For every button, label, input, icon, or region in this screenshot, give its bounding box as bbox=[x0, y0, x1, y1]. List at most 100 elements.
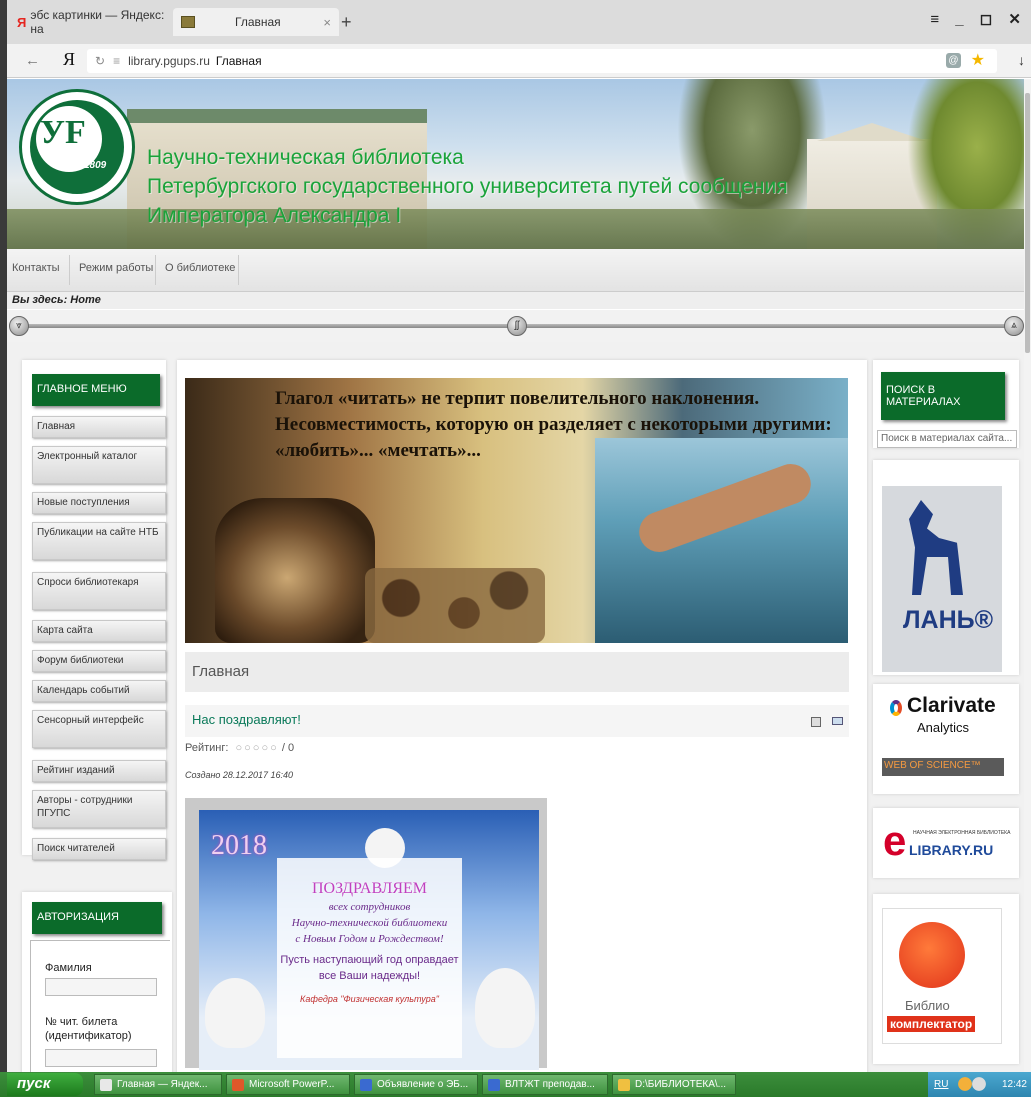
yandex-icon: Я bbox=[17, 14, 27, 30]
university-logo[interactable]: УF 1809 bbox=[19, 89, 135, 205]
address-bar: ← Я ↻ ≡ library.pgups.ru Главная @ ★ ↓ bbox=[7, 44, 1031, 78]
start-button[interactable]: пуск bbox=[7, 1073, 83, 1096]
site-title-line1: Научно-техническая библиотека bbox=[147, 146, 464, 169]
scrollbar-thumb[interactable] bbox=[1025, 93, 1030, 353]
word-icon bbox=[488, 1079, 500, 1091]
browser-window: Я эбс картинки — Яндекс: на Главная × + … bbox=[7, 0, 1031, 1072]
language-indicator[interactable]: RU bbox=[934, 1079, 948, 1090]
url-page-title: Главная bbox=[215, 54, 262, 68]
collapse-right-icon[interactable]: ⩓ bbox=[1004, 316, 1024, 336]
article-title-link[interactable]: Нас поздравляют! bbox=[192, 712, 301, 727]
page-title: Главная bbox=[185, 652, 849, 692]
top-nav: Контакты Режим работы О библиотеке bbox=[7, 249, 1024, 292]
menu-item-calendar[interactable]: Календарь событий bbox=[32, 680, 166, 702]
logo-year: 1809 bbox=[84, 160, 107, 171]
rating-stars[interactable]: ○○○○○ bbox=[236, 742, 279, 754]
new-tab-button[interactable]: + bbox=[341, 12, 352, 33]
module-slider: ⩔ ʃʃ ⩓ bbox=[7, 310, 1024, 342]
coffee-beans-image bbox=[365, 568, 545, 643]
surname-label: Фамилия bbox=[45, 962, 92, 974]
clock: 12:42 bbox=[1001, 1079, 1027, 1090]
menu-item-reader-search[interactable]: Поиск читателей bbox=[32, 838, 166, 860]
taskbar-item-label: ВЛТЖТ преподав... bbox=[505, 1079, 595, 1090]
menu-item-ask-librarian[interactable]: Спроси библиотекаря bbox=[32, 572, 166, 610]
article-header: Нас поздравляют! bbox=[185, 705, 849, 737]
rating-value: 0 bbox=[287, 742, 295, 754]
menu-item-sitemap[interactable]: Карта сайта bbox=[32, 620, 166, 642]
tab-main-page[interactable]: Главная × bbox=[173, 8, 339, 36]
clarivate-banner[interactable]: Clarivate Analytics WEB OF SCIENCE™ bbox=[873, 684, 1019, 794]
breadcrumb: Вы здесь: Home bbox=[7, 292, 1024, 309]
word-icon bbox=[360, 1079, 372, 1091]
greeting-card-image: 2018 ПОЗДРАВЛЯЕМ всех сотрудников Научно… bbox=[185, 798, 547, 1070]
card-number-field[interactable] bbox=[45, 1049, 157, 1067]
main-column: Глагол «читать» не терпит повелительного… bbox=[177, 360, 867, 1072]
tab-yandex-search[interactable]: Я эбс картинки — Яндекс: на bbox=[11, 8, 175, 36]
auth-form: Фамилия № чит. билета (идентификатор) bbox=[30, 940, 170, 1072]
site-title-line2: Петербургского государственного универси… bbox=[147, 175, 788, 198]
print-icon[interactable] bbox=[811, 717, 821, 727]
menu-item-publications[interactable]: Публикации на сайте НТБ bbox=[32, 522, 166, 560]
menu-item-forum[interactable]: Форум библиотеки bbox=[32, 650, 166, 672]
biblio-label-1: Библио bbox=[905, 998, 950, 1013]
email-icon[interactable] bbox=[832, 717, 843, 725]
powerpoint-icon bbox=[232, 1079, 244, 1091]
extension-icon[interactable]: @ bbox=[946, 53, 961, 68]
menu-item-rating[interactable]: Рейтинг изданий bbox=[32, 760, 166, 782]
window-controls[interactable]: ≡ _ ◻ ✕ bbox=[930, 10, 1027, 28]
elibrary-banner[interactable]: e НАУЧНАЯ ЭЛЕКТРОННАЯ БИБЛИОТЕКА LIBRARY… bbox=[873, 808, 1019, 878]
taskbar-item-folder[interactable]: D:\БИБЛИОТЕКА\... bbox=[612, 1074, 736, 1095]
lan-banner[interactable]: ЛАНЬ® bbox=[873, 460, 1019, 675]
taskbar-item-word-2[interactable]: ВЛТЖТ преподав... bbox=[482, 1074, 608, 1095]
elibrary-e-icon: e bbox=[883, 817, 907, 864]
lan-label: ЛАНЬ® bbox=[903, 606, 994, 634]
yandex-button[interactable]: Я bbox=[63, 49, 75, 70]
rating-label: Рейтинг: bbox=[185, 742, 229, 754]
collapse-left-icon[interactable]: ⩔ bbox=[9, 316, 29, 336]
card-headline: ПОЗДРАВЛЯЕМ bbox=[311, 880, 428, 897]
taskbar-item-browser[interactable]: Главная — Яндек... bbox=[94, 1074, 222, 1095]
taskbar-item-label: D:\БИБЛИОТЕКА\... bbox=[635, 1079, 727, 1090]
bear-image bbox=[205, 978, 265, 1048]
slider-center-icon[interactable]: ʃʃ bbox=[507, 316, 527, 336]
search-input[interactable]: Поиск в материалах сайта... bbox=[877, 430, 1017, 448]
clarivate-logo-icon bbox=[890, 700, 902, 716]
sea-image bbox=[595, 438, 848, 643]
tab-label: эбс картинки — Яндекс: на bbox=[30, 8, 165, 36]
download-icon[interactable]: ↓ bbox=[1018, 52, 1025, 68]
close-tab-icon[interactable]: × bbox=[323, 15, 331, 30]
taskbar-item-powerpoint[interactable]: Microsoft PowerP... bbox=[226, 1074, 350, 1095]
nav-hours[interactable]: Режим работы bbox=[79, 262, 153, 274]
bibliokomplektator-banner[interactable]: Библио комплектатор bbox=[873, 894, 1019, 1064]
menu-item-home[interactable]: Главная bbox=[32, 416, 166, 438]
folder-icon bbox=[618, 1079, 630, 1091]
taskbar-item-word-1[interactable]: Объявление о ЭБ... bbox=[354, 1074, 478, 1095]
search-title: ПОИСК В МАТЕРИАЛАХ bbox=[881, 372, 1005, 420]
menu-item-touch[interactable]: Сенсорный интерфейс bbox=[32, 710, 166, 748]
card-line2: Научно-технической библиотеки bbox=[291, 917, 448, 929]
elibrary-small-text: НАУЧНАЯ ЭЛЕКТРОННАЯ БИБЛИОТЕКА bbox=[913, 830, 1011, 836]
back-icon[interactable]: ← bbox=[25, 52, 40, 69]
nav-about[interactable]: О библиотеке bbox=[165, 262, 235, 274]
url-host: library.pgups.ru bbox=[128, 54, 210, 68]
biblio-label-2: комплектатор bbox=[887, 1016, 976, 1032]
page-scrollbar[interactable] bbox=[1024, 79, 1031, 1072]
menu-item-catalog[interactable]: Электронный каталог bbox=[32, 446, 166, 484]
bookmark-star-icon[interactable]: ★ bbox=[971, 50, 985, 70]
reload-icon[interactable]: ↻ bbox=[95, 54, 105, 68]
site-title-line3: Императора Александра I bbox=[147, 204, 402, 227]
tray-icons[interactable] bbox=[958, 1077, 986, 1091]
wos-label: WEB OF SCIENCE™ bbox=[882, 758, 1004, 776]
taskbar-item-label: Microsoft PowerP... bbox=[249, 1079, 335, 1090]
site-header-banner: УF 1809 Научно-техническая библиотека Пе… bbox=[7, 79, 1024, 249]
surname-field[interactable] bbox=[45, 978, 157, 996]
menu-item-new-arrivals[interactable]: Новые поступления bbox=[32, 492, 166, 514]
quote-text: Глагол «читать» не терпит повелительного… bbox=[275, 388, 832, 461]
logo-letters: УF bbox=[40, 114, 86, 151]
nav-contacts[interactable]: Контакты bbox=[12, 262, 60, 274]
page-info-icon[interactable]: ≡ bbox=[113, 54, 120, 68]
menu-item-authors[interactable]: Авторы - сотрудники ПГУПС bbox=[32, 790, 166, 828]
url-input[interactable]: ↻ ≡ library.pgups.ru Главная @ ★ bbox=[87, 49, 997, 73]
card-message: ПОЗДРАВЛЯЕМ всех сотрудников Научно-техн… bbox=[277, 858, 462, 1058]
divider bbox=[238, 255, 239, 285]
